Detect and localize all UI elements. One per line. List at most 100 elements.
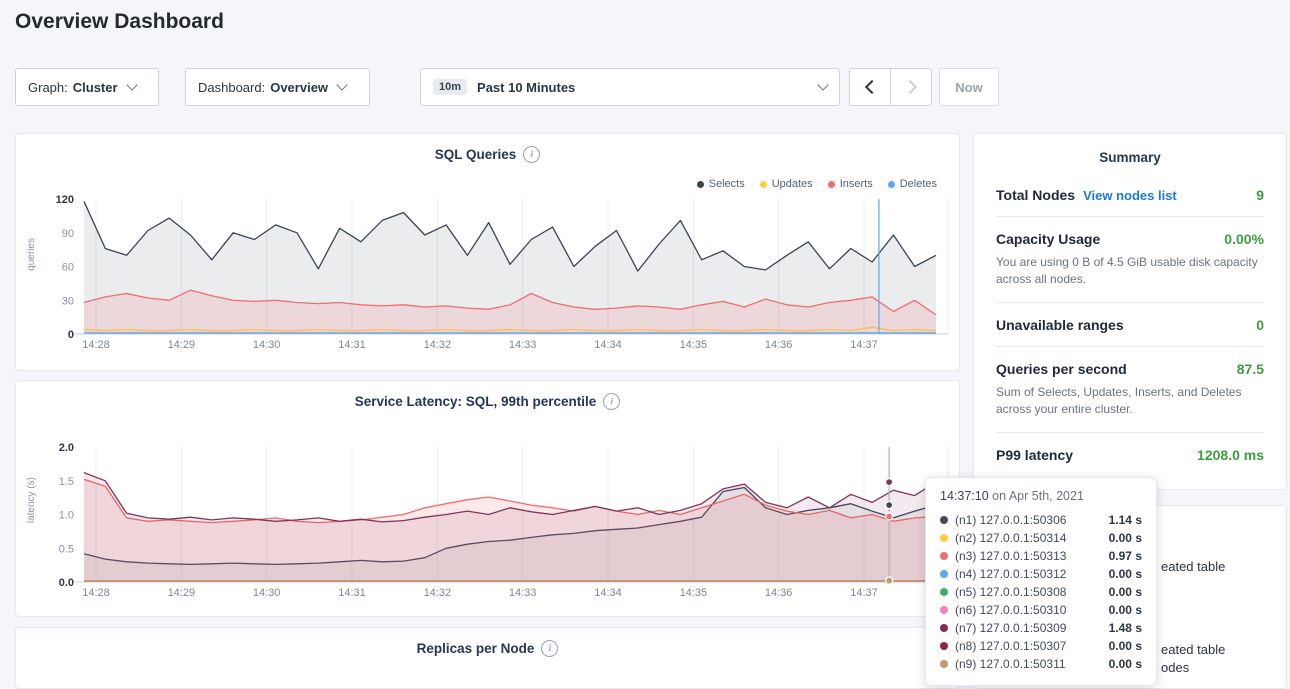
now-button[interactable]: Now	[939, 68, 999, 106]
svg-text:14:31: 14:31	[338, 339, 366, 351]
event-text-fragment: eated table	[1161, 642, 1225, 657]
svg-text:14:34: 14:34	[594, 339, 622, 351]
svg-text:14:29: 14:29	[168, 339, 196, 351]
time-nav-group	[849, 68, 932, 106]
summary-unavailable-ranges: Unavailable ranges 0	[996, 302, 1264, 346]
capacity-description: You are using 0 B of 4.5 GiB usable disk…	[996, 254, 1264, 302]
node-color-dot	[940, 516, 948, 524]
capacity-label: Capacity Usage	[996, 231, 1100, 247]
p99-value: 1208.0 ms	[1197, 447, 1264, 463]
tooltip-node: (n3) 127.0.0.1:50313	[955, 549, 1066, 563]
svg-text:1.0: 1.0	[59, 510, 74, 522]
time-next-button[interactable]	[890, 68, 932, 106]
y-axis-ticks: 0.00.51.01.52.0	[59, 442, 74, 589]
svg-text:14:30: 14:30	[253, 587, 281, 599]
tooltip-value: 0.00 s	[1109, 531, 1142, 545]
series	[84, 473, 936, 582]
tooltip-time: 14:37:10	[940, 489, 989, 503]
service-latency-title: Service Latency: SQL, 99th percentile i	[16, 393, 959, 410]
dashboard-dropdown[interactable]: Dashboard: Overview	[185, 68, 370, 106]
x-axis-ticks: 14:2814:2914:3014:3114:3214:3314:3414:35…	[82, 587, 878, 599]
graph-dropdown-value: Cluster	[73, 80, 118, 95]
time-range-badge: 10m	[433, 79, 467, 95]
view-nodes-list-link[interactable]: View nodes list	[1083, 188, 1177, 203]
tooltip-header: 14:37:10 on Apr 5th, 2021	[940, 489, 1142, 503]
total-nodes-value: 9	[1256, 187, 1264, 203]
replicas-per-node-title: Replicas per Node i	[16, 640, 959, 657]
chevron-down-icon	[336, 79, 347, 90]
tooltip-node: (n4) 127.0.0.1:50312	[955, 567, 1066, 581]
chevron-down-icon	[126, 79, 137, 90]
tooltip-value: 0.00 s	[1109, 639, 1142, 653]
tooltip-row: (n2) 127.0.0.1:50314 0.00 s	[940, 529, 1142, 547]
overview-dashboard-page: Overview Dashboard Graph: Cluster Dashbo…	[0, 0, 1290, 689]
time-range-label: Past 10 Minutes	[477, 80, 575, 95]
info-icon[interactable]: i	[523, 146, 540, 163]
tooltip-node: (n1) 127.0.0.1:50306	[955, 513, 1066, 527]
tooltip-value: 1.14 s	[1109, 513, 1142, 527]
qps-description: Sum of Selects, Updates, Inserts, and De…	[996, 384, 1264, 432]
tooltip-date: on Apr 5th, 2021	[992, 489, 1084, 503]
dashboard-dropdown-label: Dashboard:	[198, 80, 265, 95]
time-prev-button[interactable]	[849, 68, 891, 106]
node-color-dot	[940, 660, 948, 668]
legend-label: Deletes	[900, 178, 937, 190]
svg-text:14:35: 14:35	[680, 587, 708, 599]
tooltip-node: (n5) 127.0.0.1:50308	[955, 585, 1066, 599]
time-range-dropdown[interactable]: 10m Past 10 Minutes	[420, 68, 840, 106]
svg-text:90: 90	[62, 228, 74, 240]
svg-text:14:37: 14:37	[850, 587, 878, 599]
tooltip-node: (n8) 127.0.0.1:50307	[955, 639, 1066, 653]
legend-dot	[697, 181, 704, 188]
node-color-dot	[940, 624, 948, 632]
y-axis-ticks: 0306090120	[56, 194, 74, 341]
svg-text:0.0: 0.0	[59, 577, 74, 589]
tooltip-value: 0.00 s	[1109, 603, 1142, 617]
svg-text:14:29: 14:29	[168, 587, 196, 599]
chart-title-text: Service Latency: SQL, 99th percentile	[355, 394, 597, 409]
unavailable-ranges-label: Unavailable ranges	[996, 317, 1124, 333]
legend-item-updates: Updates	[760, 178, 813, 190]
node-color-dot	[940, 534, 948, 542]
tooltip-node: (n2) 127.0.0.1:50314	[955, 531, 1066, 545]
y-axis-label: latency (s)	[26, 477, 37, 523]
tooltip-node: (n9) 127.0.0.1:50311	[955, 657, 1066, 671]
tooltip-row: (n6) 127.0.0.1:50310 0.00 s	[940, 601, 1142, 619]
summary-p99: P99 latency 1208.0 ms	[996, 432, 1264, 476]
unavailable-ranges-value: 0	[1256, 317, 1264, 333]
svg-text:14:31: 14:31	[338, 587, 366, 599]
svg-text:60: 60	[62, 262, 74, 274]
total-nodes-label: Total Nodes	[996, 187, 1075, 203]
svg-text:14:28: 14:28	[82, 339, 110, 351]
summary-qps: Queries per second 87.5 Sum of Selects, …	[996, 346, 1264, 432]
sql-queries-chart[interactable]: 030609012014:2814:2914:3014:3114:3214:33…	[16, 134, 961, 372]
legend-dot	[888, 181, 895, 188]
graph-dropdown[interactable]: Graph: Cluster	[15, 68, 159, 106]
chart-title-text: SQL Queries	[435, 147, 517, 162]
tooltip-node: (n6) 127.0.0.1:50310	[955, 603, 1066, 617]
legend-dot	[828, 181, 835, 188]
info-icon[interactable]: i	[541, 640, 558, 657]
legend-label: Selects	[709, 178, 745, 190]
x-axis-ticks: 14:2814:2914:3014:3114:3214:3314:3414:35…	[82, 339, 878, 351]
tooltip-node: (n7) 127.0.0.1:50309	[955, 621, 1066, 635]
sql-queries-panel: 030609012014:2814:2914:3014:3114:3214:33…	[15, 133, 960, 371]
qps-value: 87.5	[1237, 361, 1264, 377]
svg-text:14:35: 14:35	[680, 339, 708, 351]
summary-panel: Summary Total Nodes View nodes list 9 Ca…	[973, 133, 1287, 490]
node-color-dot	[940, 588, 948, 596]
node-color-dot	[940, 642, 948, 650]
service-latency-chart[interactable]: 0.00.51.01.52.014:2814:2914:3014:3114:32…	[16, 381, 961, 618]
legend-item-inserts: Inserts	[828, 178, 873, 190]
info-icon[interactable]: i	[603, 393, 620, 410]
tooltip-value: 0.00 s	[1109, 567, 1142, 581]
svg-text:14:32: 14:32	[424, 339, 452, 351]
page-title: Overview Dashboard	[15, 10, 224, 34]
service-latency-panel: 0.00.51.01.52.014:2814:2914:3014:3114:32…	[15, 380, 960, 617]
event-text-fragment: odes	[1161, 660, 1189, 675]
tooltip-row: (n5) 127.0.0.1:503080.00 s	[940, 583, 1142, 601]
svg-text:0: 0	[68, 329, 74, 341]
summary-title: Summary	[996, 150, 1264, 165]
chevron-down-icon	[817, 79, 828, 90]
svg-text:14:36: 14:36	[765, 339, 793, 351]
